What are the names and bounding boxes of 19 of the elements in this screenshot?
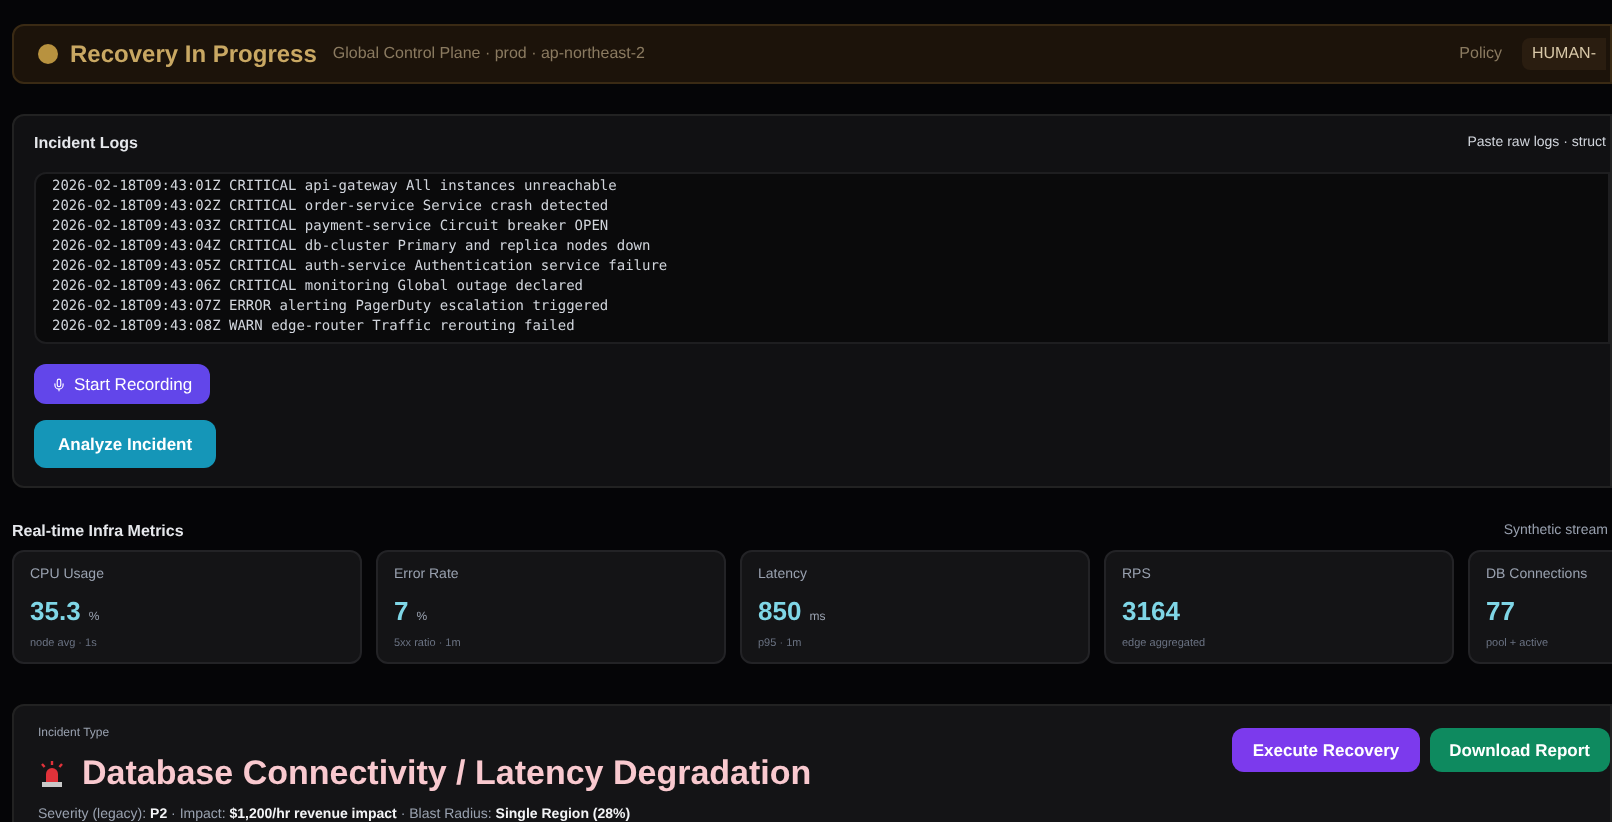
policy-badge: HUMAN- [1522, 38, 1606, 70]
policy-label: Policy [1459, 42, 1502, 66]
metric-value: 7 [394, 593, 409, 629]
siren-icon [38, 759, 66, 788]
metric-value: 850 [758, 593, 802, 629]
metric-value: 35.3 [30, 593, 81, 629]
panel-title: Incident Logs [34, 132, 138, 156]
metric-value: 3164 [1122, 593, 1180, 629]
log-text-area[interactable] [34, 172, 1610, 344]
metric-value: 77 [1486, 593, 1515, 629]
section-title: Real-time Infra Metrics [12, 520, 184, 544]
microphone-icon [52, 377, 66, 391]
incident-title: Database Connectivity / Latency Degradation [82, 752, 812, 796]
action-button[interactable]: Execute Recovery [1232, 728, 1420, 772]
analyze-incident-button[interactable]: Analyze Incident [34, 420, 217, 468]
status-title: Recovery In Progress [70, 38, 317, 72]
start-recording-button[interactable]: Start Recording [34, 364, 211, 404]
status-subtitle: Global Control Plane · prod · ap-northeast-2 [332, 42, 645, 66]
action-button[interactable]: Download Report [1429, 728, 1610, 772]
